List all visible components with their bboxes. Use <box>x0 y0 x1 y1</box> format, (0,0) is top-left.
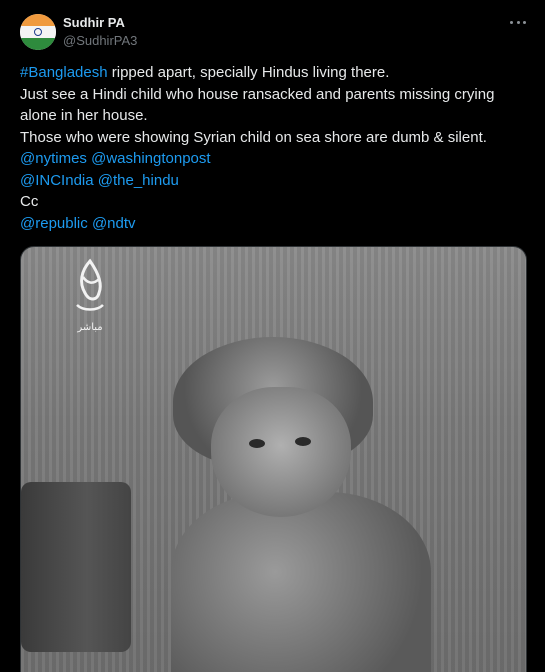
hashtag-link[interactable]: #Bangladesh <box>20 64 108 81</box>
tweet-text-line: Cc <box>20 193 39 210</box>
tweet-media-video[interactable]: مباشر <box>20 246 527 672</box>
india-flag-avatar-icon <box>20 14 56 26</box>
tweet-text: #Bangladesh ripped apart, specially Hind… <box>20 62 530 234</box>
tweet-text-line: Just see a Hindi child who house ransack… <box>20 85 495 103</box>
mention-link[interactable]: @the_hindu <box>98 172 179 189</box>
sofa-cushion <box>21 482 131 652</box>
watermark-text: مباشر <box>76 322 102 333</box>
mention-link[interactable]: @washingtonpost <box>91 150 210 167</box>
tweet-text-line: ripped apart, specially Hindus living th… <box>107 64 390 81</box>
more-options-button[interactable] <box>507 14 529 30</box>
author-handle[interactable]: @SudhirPA3 <box>63 33 137 48</box>
mention-link[interactable]: @republic <box>20 215 88 232</box>
channel-logo-icon: مباشر <box>76 258 104 333</box>
more-horizontal-icon <box>510 20 513 24</box>
author-display-name[interactable]: Sudhir PA <box>63 15 125 30</box>
mention-link[interactable]: @nytimes <box>20 150 87 167</box>
tweet-text-line: alone in her house. <box>20 107 148 124</box>
mention-link[interactable]: @ndtv <box>92 215 136 232</box>
author-avatar[interactable] <box>20 14 56 50</box>
mention-link[interactable]: @INCIndia <box>20 172 94 189</box>
tweet: Sudhir PA @SudhirPA3 #Bangladesh ripped … <box>0 0 545 672</box>
tweet-text-line: Those who were showing Syrian child on s… <box>20 128 487 146</box>
